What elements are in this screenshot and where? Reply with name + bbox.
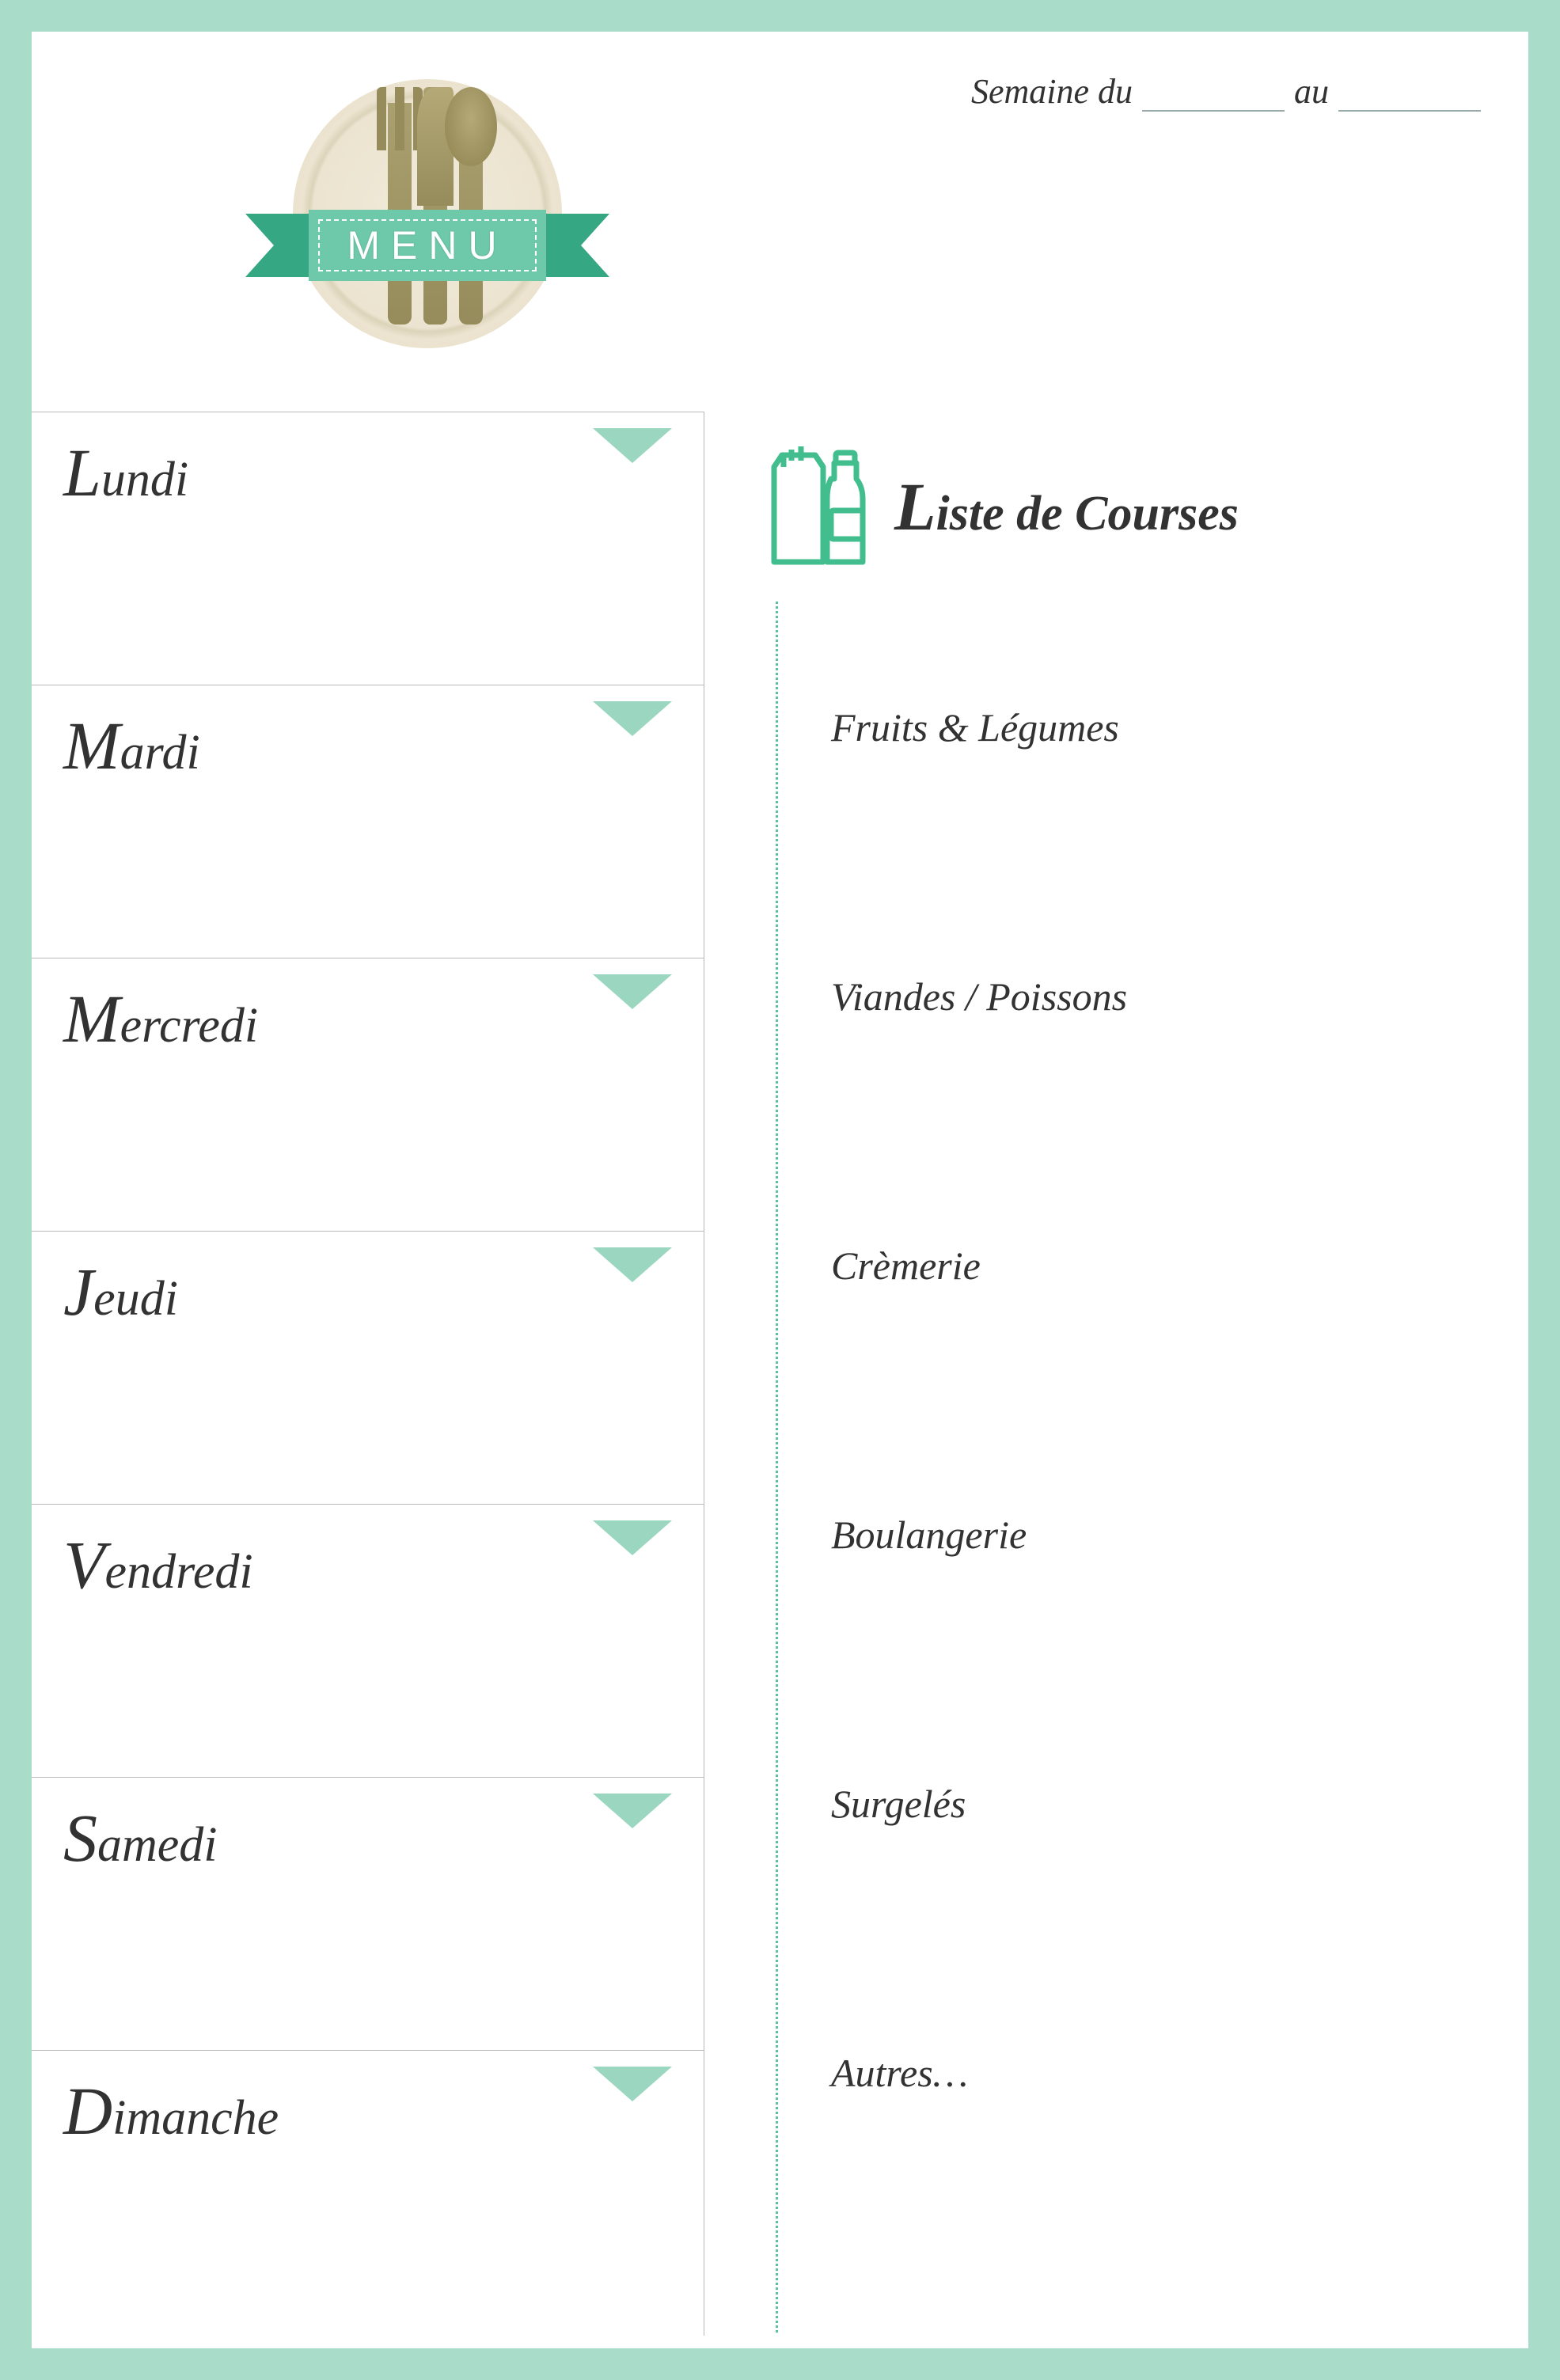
shopping-header: Liste de Courses <box>768 443 1497 570</box>
day-label: Vendredi <box>63 1525 672 1604</box>
menu-ribbon: MENU <box>237 206 617 285</box>
shopping-category: Surgelés <box>831 1781 966 1827</box>
days-column: Lundi Mardi Mercredi Jeudi Vendredi Samedi Dim… <box>32 412 704 2336</box>
menu-logo: MENU <box>237 63 617 396</box>
day-row[interactable]: Samedi <box>32 1778 704 2051</box>
chevron-down-icon[interactable] <box>593 2067 672 2101</box>
shopping-divider <box>776 602 778 2333</box>
menu-ribbon-label: MENU <box>309 210 546 281</box>
shopping-category: Boulangerie <box>831 1512 1027 1558</box>
shopping-category: Autres… <box>831 2050 968 2096</box>
day-row[interactable]: Vendredi <box>32 1505 704 1778</box>
chevron-down-icon[interactable] <box>593 974 672 1009</box>
shopping-title: Liste de Courses <box>894 467 1239 546</box>
shopping-category: Fruits & Légumes <box>831 704 1119 750</box>
week-range: Semaine du au <box>971 71 1481 112</box>
day-label: Jeudi <box>63 1252 672 1331</box>
chevron-down-icon[interactable] <box>593 1520 672 1555</box>
shopping-category: Viandes / Poissons <box>831 974 1127 1019</box>
day-label: Samedi <box>63 1798 672 1877</box>
week-from-input[interactable] <box>1142 77 1285 112</box>
day-row[interactable]: Mardi <box>32 685 704 958</box>
week-separator: au <box>1294 71 1329 112</box>
chevron-down-icon[interactable] <box>593 701 672 736</box>
menu-planner-sheet: MENU Semaine du au Lundi Mardi Mercredi Jeu… <box>32 32 1528 2348</box>
chevron-down-icon[interactable] <box>593 1247 672 1282</box>
day-label: Dimanche <box>63 2071 672 2150</box>
groceries-icon <box>768 443 871 570</box>
shopping-list: Liste de Courses Fruits & Légumes Viandes… <box>768 443 1497 2333</box>
day-label: Mardi <box>63 706 672 785</box>
shopping-category: Crèmerie <box>831 1243 981 1289</box>
day-row[interactable]: Mercredi <box>32 958 704 1232</box>
day-label: Mercredi <box>63 979 672 1058</box>
week-prefix: Semaine du <box>971 71 1133 112</box>
day-row[interactable]: Jeudi <box>32 1232 704 1505</box>
chevron-down-icon[interactable] <box>593 1794 672 1828</box>
chevron-down-icon[interactable] <box>593 428 672 463</box>
day-label: Lundi <box>63 433 672 512</box>
day-row[interactable]: Lundi <box>32 412 704 685</box>
week-to-input[interactable] <box>1338 77 1481 112</box>
day-row[interactable]: Dimanche <box>32 2051 704 2336</box>
